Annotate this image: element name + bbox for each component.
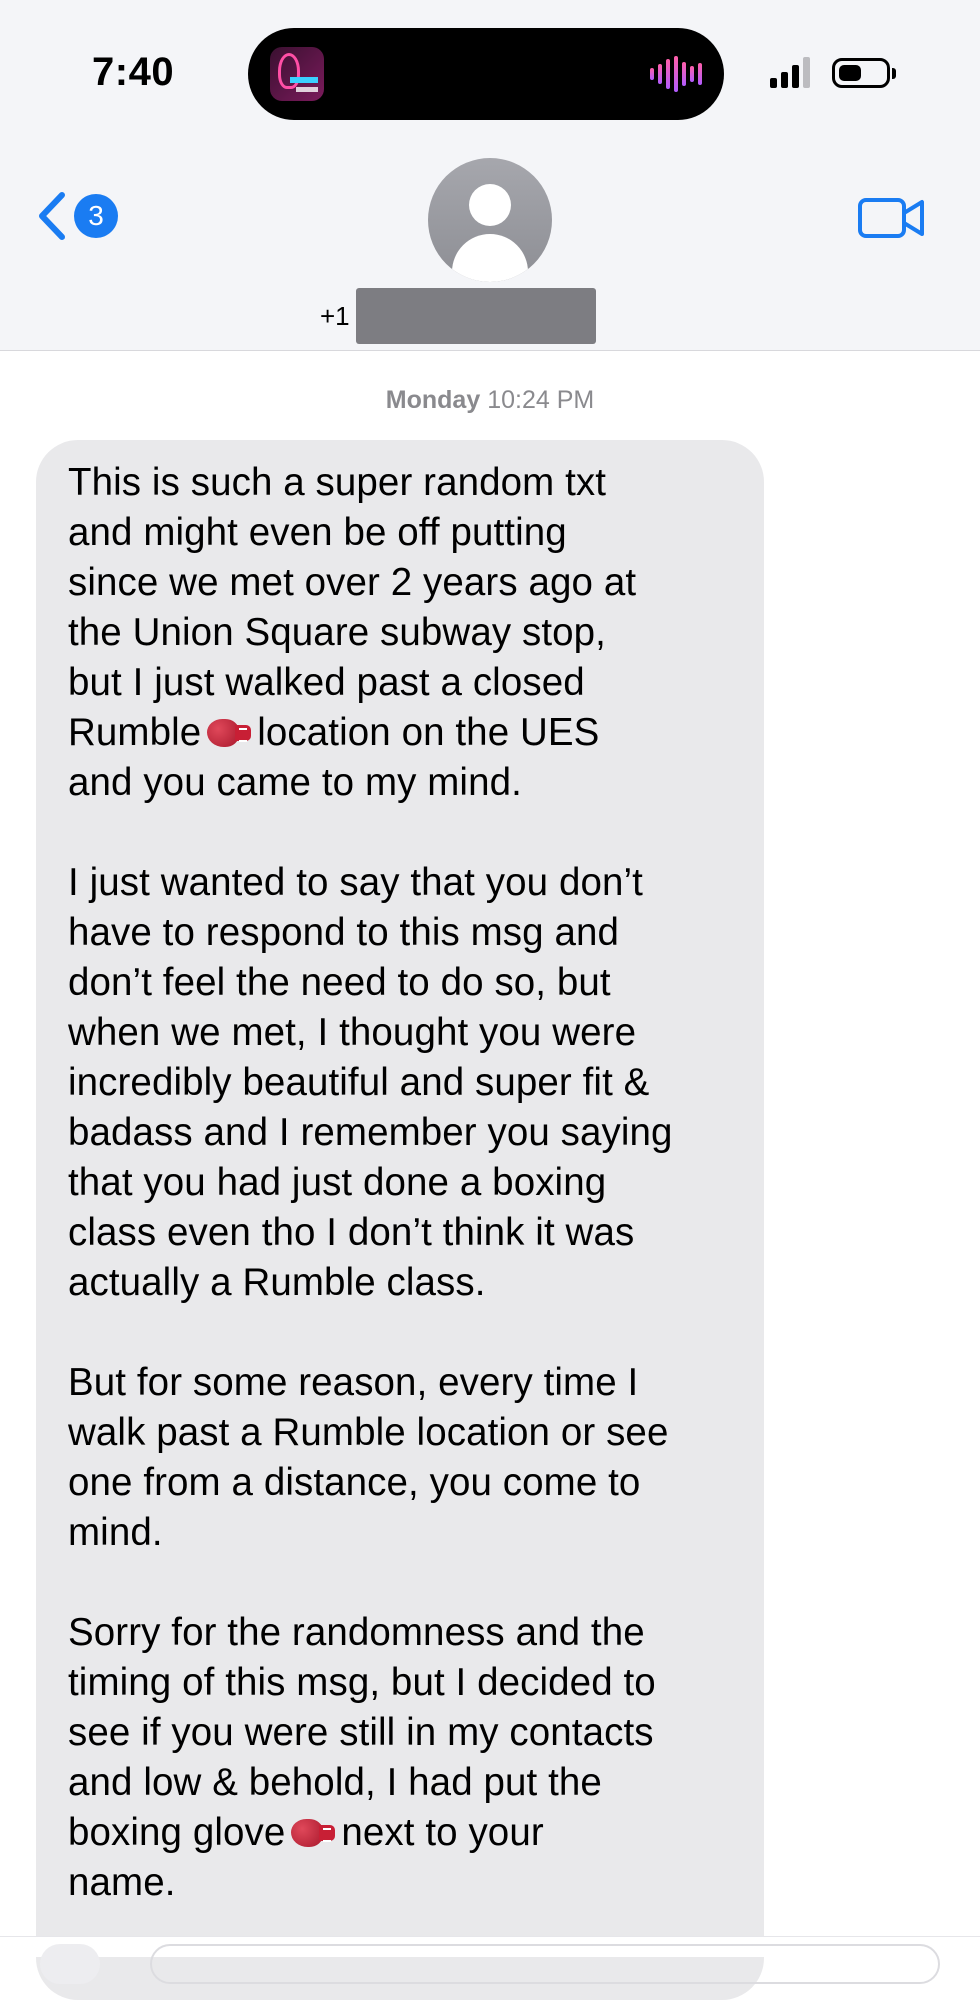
- boxing-glove-icon: [289, 1815, 337, 1849]
- timestamp-day: Monday: [385, 386, 481, 414]
- audio-waveform-icon: [650, 56, 702, 92]
- status-time: 7:40: [92, 50, 175, 94]
- message-paragraph-1: This is such a super random txt and migh…: [68, 458, 736, 808]
- contact-name[interactable]: +1: [320, 288, 596, 344]
- message-timestamp: Monday 10:24 PM: [0, 386, 980, 415]
- incoming-message-bubble[interactable]: This is such a super random txt and migh…: [36, 440, 764, 2000]
- back-button[interactable]: 3: [34, 188, 130, 244]
- chevron-left-icon: [39, 192, 65, 240]
- battery-nub: [892, 68, 896, 79]
- message-paragraph-2: I just wanted to say that you don’t have…: [68, 861, 673, 1304]
- message-paragraph-4: Sorry for the randomness and the timing …: [68, 1608, 736, 1908]
- cellular-signal-icon: [770, 56, 810, 88]
- battery-icon: [832, 58, 890, 88]
- redacted-phone-number: [355, 288, 596, 344]
- music-app-icon[interactable]: [270, 47, 324, 101]
- timestamp-time: 10:24 PM: [487, 386, 595, 414]
- dynamic-island[interactable]: [248, 28, 724, 120]
- unread-count-badge: 3: [74, 194, 118, 238]
- person-silhouette-icon: [469, 184, 511, 226]
- contact-avatar[interactable]: [428, 158, 552, 282]
- message-paragraph-3: But for some reason, every time I walk p…: [68, 1361, 669, 1554]
- video-call-button[interactable]: [856, 194, 928, 242]
- apps-plus-button[interactable]: [40, 1944, 100, 1984]
- video-camera-icon: [858, 198, 924, 238]
- contact-phone-prefix: +1: [320, 300, 350, 331]
- message-input[interactable]: [150, 1944, 940, 1984]
- boxing-glove-icon: [205, 715, 253, 749]
